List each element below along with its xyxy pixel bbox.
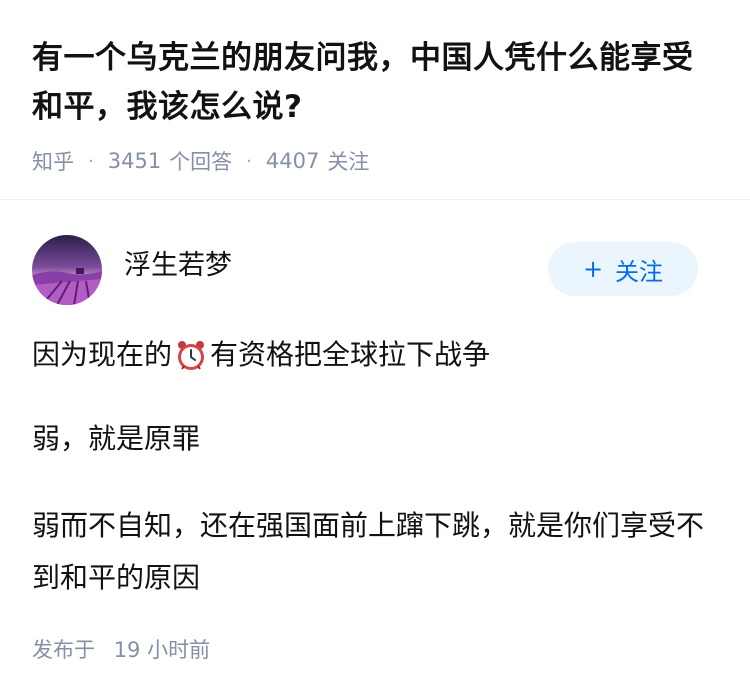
paragraph-text: 有资格把全球拉下战争 <box>210 338 491 371</box>
answer-count: 3451 <box>107 149 162 173</box>
answer-paragraph: 因为现在的 有资格把全球拉下战争 <box>32 332 718 378</box>
separator-dot: · <box>88 150 94 172</box>
publish-label: 发布于 <box>32 638 95 662</box>
source-label[interactable]: 知乎 <box>32 146 74 176</box>
alarm-clock-icon <box>174 338 208 372</box>
plus-icon: + <box>582 255 604 283</box>
answer-card: 浮生若梦 + 关注 因为现在的 有资格把全球拉下战争 弱，就是原罪 弱而不自知，… <box>0 200 750 604</box>
author-avatar[interactable] <box>32 235 102 305</box>
separator-dot: · <box>246 150 252 172</box>
answer-paragraph: 弱，就是原罪 <box>32 422 201 455</box>
answer-page: 有一个乌克兰的朋友问我，中国人凭什么能享受和平，我该怎么说? 知乎 · 3451… <box>0 0 750 700</box>
answer-body: 因为现在的 有资格把全球拉下战争 弱，就是原罪 弱而不自知，还在强国面前上蹿下跳… <box>32 332 718 604</box>
paragraph-text: 因为现在的 <box>32 338 173 371</box>
follower-count-label: 关注 <box>327 150 370 174</box>
follow-button-label: 关注 <box>615 257 664 286</box>
question-header: 有一个乌克兰的朋友问我，中国人凭什么能享受和平，我该怎么说? 知乎 · 3451… <box>0 0 750 200</box>
question-meta: 知乎 · 3451 个回答 · 4407 关注 <box>32 146 718 176</box>
author-name[interactable]: 浮生若梦 <box>124 243 232 282</box>
publish-time: 19 小时前 <box>113 638 211 662</box>
follower-count: 4407 <box>265 149 320 173</box>
author-row: 浮生若梦 + 关注 <box>32 234 718 306</box>
follow-button[interactable]: + 关注 <box>548 242 698 296</box>
publish-info: 发布于 19 小时前 <box>32 634 210 664</box>
question-title[interactable]: 有一个乌克兰的朋友问我，中国人凭什么能享受和平，我该怎么说? <box>32 34 718 132</box>
answer-count-label[interactable]: 个回答 <box>169 146 232 176</box>
answer-paragraph: 弱而不自知，还在强国面前上蹿下跳，就是你们享受不到和平的原因 <box>32 509 705 594</box>
